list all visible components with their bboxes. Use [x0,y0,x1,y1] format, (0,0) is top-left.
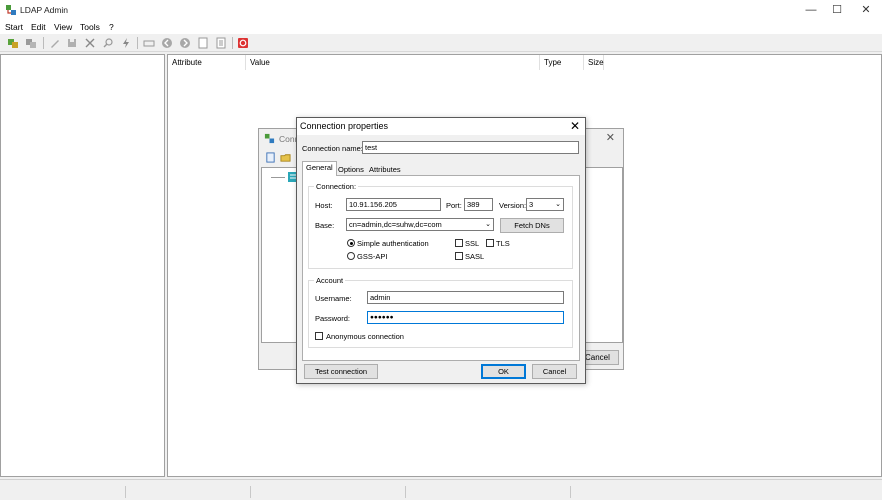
status-divider [250,486,251,498]
toolbar-separator [232,37,233,49]
connect-icon[interactable] [7,37,19,49]
base-value: cn=admin,dc=suhw,dc=com [349,220,442,229]
column-header-attribute[interactable]: Attribute [168,55,246,70]
port-label: Port: [446,201,462,210]
port-input[interactable]: 389 [464,198,493,211]
anonymous-checkbox[interactable] [315,332,323,340]
account-group-label: Account [314,276,346,285]
tab-options[interactable]: Options [334,163,368,175]
ldap-admin-app-icon [6,5,16,15]
dialog-close-icon[interactable]: ✕ [570,119,580,133]
chevron-down-icon: ⌄ [485,221,491,228]
base-select[interactable]: cn=admin,dc=suhw,dc=com ⌄ [346,218,494,231]
connection-group: Connection: Host: 10.91.156.205 Port: 38… [308,182,573,269]
version-label: Version: [499,201,527,210]
tab-attributes[interactable]: Attributes [365,163,405,175]
host-label: Host: [315,201,333,210]
close-button[interactable]: ✕ [852,2,880,18]
column-header-value[interactable]: Value [246,55,540,70]
dialog-title: Connection properties [300,121,389,131]
schema-icon[interactable] [215,37,227,49]
general-tab-panel: Connection: Host: 10.91.156.205 Port: 38… [302,175,580,361]
forward-icon[interactable] [179,37,191,49]
save-icon[interactable] [66,37,78,49]
cancel-button[interactable]: Cancel [532,364,577,379]
account-group: Account Username: admin Password: ●●●●●●… [308,276,573,348]
exit-icon[interactable] [237,37,249,49]
simple-auth-label[interactable]: Simple authentication [357,239,429,248]
ssl-label[interactable]: SSL [465,239,479,248]
simple-auth-radio[interactable] [347,239,355,247]
status-divider [570,486,571,498]
username-label: Username: [315,294,352,303]
gss-api-label[interactable]: GSS-API [357,252,387,261]
delete-icon[interactable] [84,37,96,49]
menu-bar: Start Edit View Tools ? [0,20,882,34]
back-icon[interactable] [161,37,173,49]
edit-entry-icon[interactable] [49,37,61,49]
open-connection-icon[interactable] [280,152,291,163]
toolbar-separator [43,37,44,49]
base-label: Base: [315,221,335,230]
menu-tools[interactable]: Tools [80,22,100,32]
dialog-title-bar: Connection properties ✕ [297,118,585,135]
version-select[interactable]: 3 ⌄ [526,198,564,211]
sasl-label[interactable]: SASL [465,252,484,261]
tls-label[interactable]: TLS [496,239,510,248]
document-icon[interactable] [197,37,209,49]
minimize-button[interactable]: — [797,2,825,18]
anonymous-label[interactable]: Anonymous connection [326,332,404,341]
disconnect-icon[interactable] [25,37,37,49]
status-divider [125,486,126,498]
ssl-checkbox[interactable] [455,239,463,247]
password-input[interactable]: ●●●●●● [367,311,564,324]
test-connection-button[interactable]: Test connection [304,364,378,379]
sasl-checkbox[interactable] [455,252,463,260]
toolbar [0,34,882,52]
status-bar [0,479,882,500]
search-icon[interactable] [102,37,114,49]
tab-general[interactable]: General [302,161,337,176]
maximize-button[interactable]: ☐ [823,2,851,18]
lightning-icon[interactable] [120,37,132,49]
tree-pane[interactable] [0,54,165,477]
chevron-down-icon: ⌄ [555,201,561,208]
new-connection-icon[interactable] [265,152,276,163]
connection-name-input[interactable]: test [362,141,579,154]
tree-line [271,177,285,178]
column-header-type[interactable]: Type [540,55,584,70]
gss-api-radio[interactable] [347,252,355,260]
connection-name-label: Connection name: [302,144,363,153]
password-label: Password: [315,314,351,323]
menu-view[interactable]: View [54,22,72,32]
connections-dialog-icon [264,133,275,144]
host-input[interactable]: 10.91.156.205 [346,198,441,211]
column-header-size[interactable]: Size [584,55,604,70]
tls-checkbox[interactable] [486,239,494,247]
connection-properties-dialog: Connection properties ✕ Connection name:… [296,117,586,384]
app-title: LDAP Admin [20,5,69,15]
connection-group-label: Connection: [314,182,359,191]
menu-help[interactable]: ? [109,22,114,32]
view-icon[interactable] [143,37,155,49]
toolbar-separator [137,37,138,49]
menu-edit[interactable]: Edit [31,22,46,32]
connections-dialog-close-icon[interactable]: ✕ [606,131,615,144]
status-divider [405,486,406,498]
username-input[interactable]: admin [367,291,564,304]
menu-start[interactable]: Start [5,22,23,32]
ok-button[interactable]: OK [481,364,526,379]
fetch-dns-button[interactable]: Fetch DNs [500,218,564,233]
title-bar: LDAP Admin — ☐ ✕ [0,0,882,20]
version-value: 3 [529,200,534,209]
